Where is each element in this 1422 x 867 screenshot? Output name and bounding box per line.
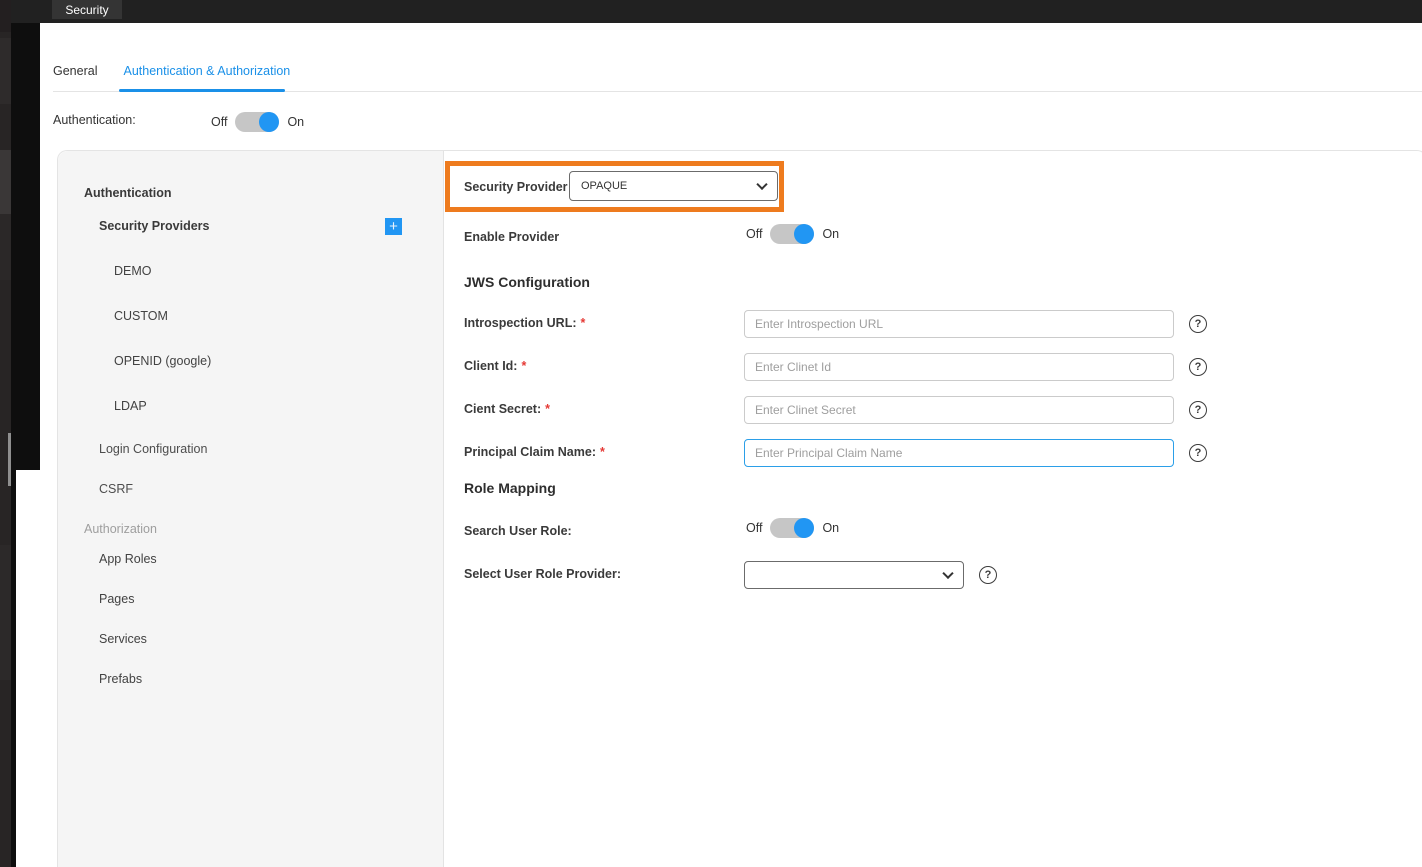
enable-provider-toggle: Off On [746,224,839,244]
sidebar-item-custom[interactable]: CUSTOM [114,309,168,323]
toggle-on-label: On [822,227,839,241]
chevron-down-icon [942,568,953,579]
introspection-url-label: Introspection URL:* [464,316,585,330]
introspection-url-input[interactable] [744,310,1174,338]
panel-resize-handle[interactable] [8,433,11,486]
client-secret-label: Cient Secret:* [464,402,550,416]
sidebar-item-csrf[interactable]: CSRF [99,482,133,496]
active-tab-underline [119,89,285,92]
rail-segment [0,545,11,680]
rail-segment [0,38,11,104]
security-side-nav: Authentication Security Providers + DEMO… [58,151,444,867]
sidebar-item-openid-google[interactable]: OPENID (google) [114,354,211,368]
client-id-label: Client Id:* [464,359,526,373]
help-icon[interactable]: ? [1189,315,1207,333]
security-provider-highlight-box: Security Provider OPAQUE [445,161,784,212]
search-user-role-toggle-switch[interactable] [770,518,814,538]
authentication-toggle-switch[interactable] [235,112,279,132]
client-secret-input[interactable] [744,396,1174,424]
client-id-input[interactable] [744,353,1174,381]
role-mapping-heading: Role Mapping [464,480,556,496]
studio-panel-strip-lower [11,470,16,867]
settings-tab-strip: General Authentication & Authorization [53,64,290,78]
security-dialog-tab[interactable]: Security [52,0,122,19]
help-icon[interactable]: ? [1189,444,1207,462]
sidebar-item-demo[interactable]: DEMO [114,264,152,278]
rail-segment [0,150,11,214]
required-asterisk: * [581,316,586,330]
toggle-on-label: On [287,115,304,129]
toggle-knob [794,224,814,244]
sidebar-item-prefabs[interactable]: Prefabs [99,672,142,686]
help-icon[interactable]: ? [979,566,997,584]
chevron-down-icon [756,179,767,190]
rail-segment [0,0,11,32]
tab-general[interactable]: General [53,64,97,78]
sidebar-item-security-providers[interactable]: Security Providers [99,219,209,233]
principal-claim-name-input[interactable] [744,439,1174,467]
required-asterisk: * [521,359,526,373]
select-user-role-provider-select[interactable] [744,561,964,589]
sidebar-item-authorization[interactable]: Authorization [84,522,157,536]
sidebar-item-app-roles[interactable]: App Roles [99,552,157,566]
help-icon[interactable]: ? [1189,401,1207,419]
toggle-off-label: Off [211,115,227,129]
toggle-knob [794,518,814,538]
toggle-knob [259,112,279,132]
principal-claim-name-label: Principal Claim Name:* [464,445,605,459]
toggle-on-label: On [822,521,839,535]
toggle-off-label: Off [746,227,762,241]
authentication-toggle-label: Authentication: [53,113,136,127]
toggle-off-label: Off [746,521,762,535]
sidebar-item-services[interactable]: Services [99,632,147,646]
tab-authentication-authorization[interactable]: Authentication & Authorization [123,64,290,78]
studio-panel-strip [11,0,40,470]
required-asterisk: * [545,402,550,416]
enable-provider-label: Enable Provider [464,230,559,244]
studio-top-bar: Security [0,0,1422,23]
add-provider-button[interactable]: + [385,218,402,235]
search-user-role-toggle: Off On [746,518,839,538]
search-user-role-label: Search User Role: [464,524,572,538]
sidebar-item-authentication[interactable]: Authentication [84,186,172,200]
authentication-toggle: Off On [211,112,304,132]
jws-configuration-heading: JWS Configuration [464,274,590,290]
security-settings-card: Authentication Security Providers + DEMO… [57,150,1422,867]
select-user-role-provider-label: Select User Role Provider: [464,567,621,581]
rail-segment [0,214,11,280]
enable-provider-toggle-switch[interactable] [770,224,814,244]
sidebar-item-ldap[interactable]: LDAP [114,399,147,413]
required-asterisk: * [600,445,605,459]
sidebar-item-pages[interactable]: Pages [99,592,134,606]
security-provider-label: Security Provider [464,180,568,194]
help-icon[interactable]: ? [1189,358,1207,376]
sidebar-item-login-configuration[interactable]: Login Configuration [99,442,207,456]
security-provider-select[interactable]: OPAQUE [569,171,778,201]
security-provider-value: OPAQUE [581,180,627,192]
